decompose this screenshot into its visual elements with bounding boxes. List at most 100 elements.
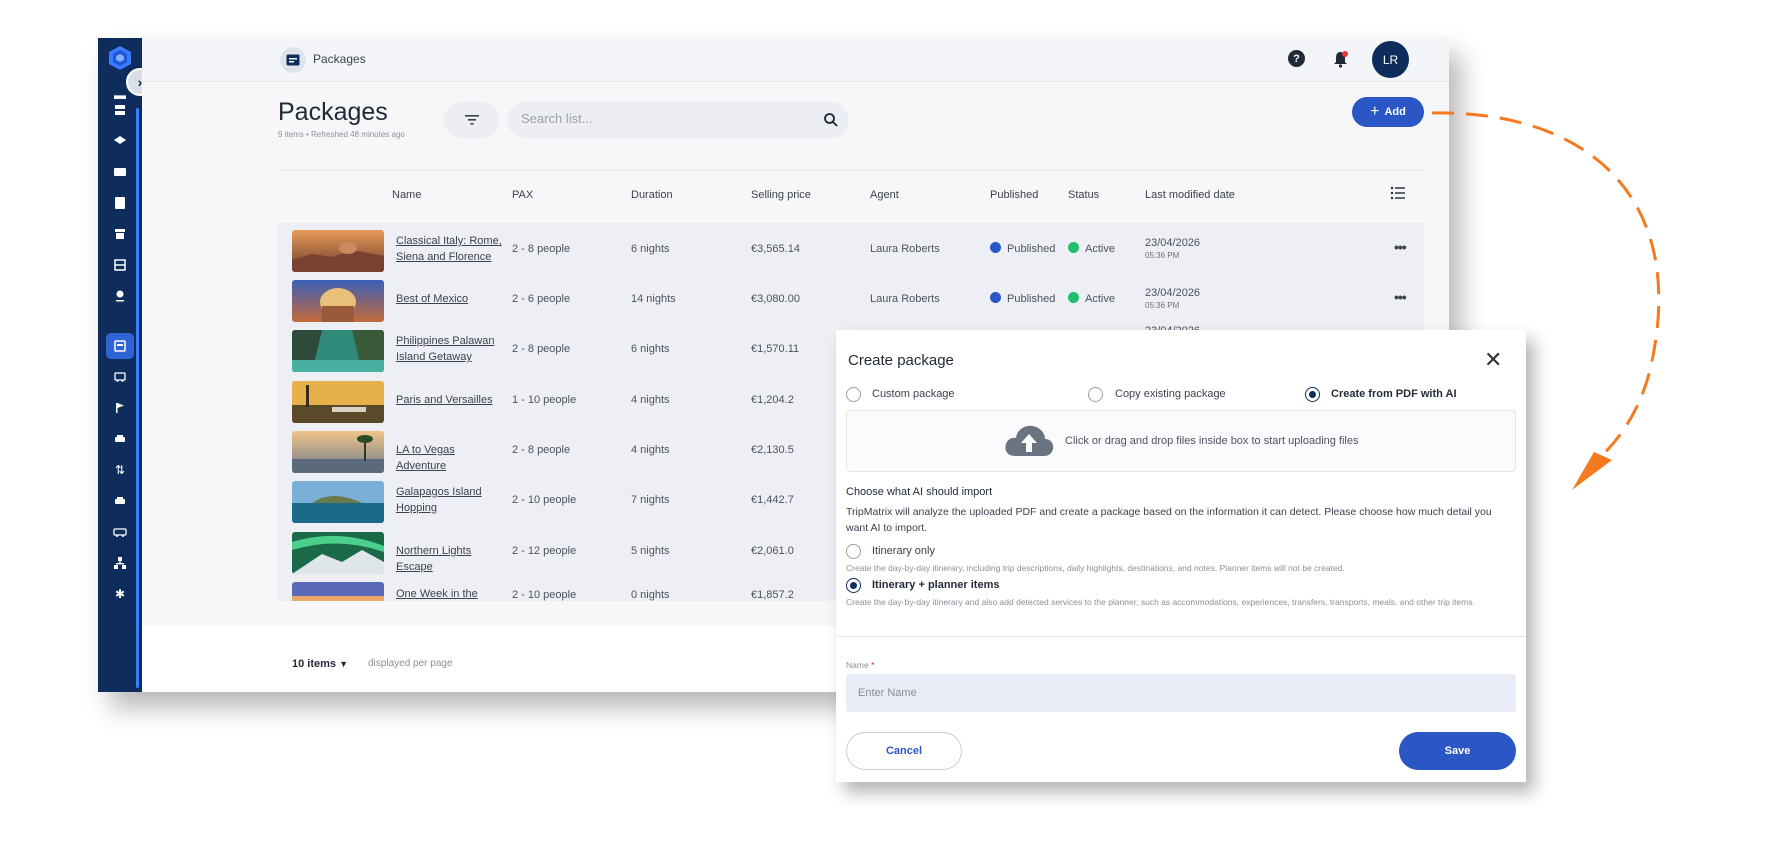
sidebar-item-org[interactable] — [106, 550, 134, 576]
copy-package-label[interactable]: Copy existing package — [1115, 388, 1226, 400]
itinerary-only-radio[interactable] — [846, 544, 861, 559]
package-name-link[interactable]: Paris and Versailles — [396, 392, 506, 408]
price-cell: €1,204.2 — [751, 394, 794, 406]
column-header-agent[interactable]: Agent — [870, 189, 899, 201]
packages-icon — [114, 340, 126, 352]
sidebar-item-settings[interactable]: ✱ — [106, 581, 134, 607]
copy-package-radio[interactable] — [1088, 387, 1103, 402]
app-logo-icon[interactable] — [106, 44, 134, 72]
column-header-duration[interactable]: Duration — [631, 189, 673, 201]
search-icon[interactable] — [823, 112, 839, 128]
org-chart-icon — [114, 557, 126, 569]
column-header-pax[interactable]: PAX — [512, 189, 533, 201]
bell-icon[interactable] — [1332, 50, 1349, 68]
column-header-modified[interactable]: Last modified date — [1145, 189, 1235, 201]
pax-cell: 2 - 8 people — [512, 343, 571, 355]
per-page-label: displayed per page — [368, 658, 453, 669]
modified-time: 05:36 PM — [1145, 301, 1180, 310]
add-button-label: Add — [1384, 106, 1406, 118]
archive-icon — [115, 229, 125, 239]
sidebar-item-archive[interactable] — [106, 221, 134, 247]
create-package-dialog: Create package ✕ Custom package Copy exi… — [836, 330, 1526, 782]
itinerary-planner-label[interactable]: Itinerary + planner items — [872, 579, 999, 591]
sidebar-item-shuttle[interactable] — [106, 519, 134, 545]
custom-package-radio[interactable] — [846, 387, 861, 402]
column-header-status[interactable]: Status — [1068, 189, 1099, 201]
duration-cell: 6 nights — [631, 243, 670, 255]
package-name-link[interactable]: Classical Italy: Rome, Siena and Florenc… — [396, 233, 506, 265]
name-field-label: Name * — [846, 660, 874, 670]
modified-date-cell: 23/04/2026 05:36 PM — [1145, 237, 1200, 262]
modified-date: 23/04/2026 — [1145, 237, 1201, 249]
search-box — [507, 102, 849, 138]
sidebar-item-car[interactable] — [106, 426, 134, 452]
sidebar-item-bus[interactable] — [106, 364, 134, 390]
layers-icon — [114, 136, 126, 144]
sidebar-scrollbar[interactable] — [136, 108, 139, 688]
gear-icon: ✱ — [114, 587, 126, 601]
more-options-icon[interactable]: ••• — [1394, 239, 1407, 255]
filter-button[interactable] — [444, 102, 499, 138]
table-row[interactable]: Best of Mexico 2 - 6 people 14 nights €3… — [278, 273, 1424, 325]
breadcrumb[interactable]: Packages — [313, 52, 366, 66]
add-button[interactable]: + Add — [1352, 97, 1424, 127]
published-status: Published — [990, 292, 1055, 305]
pdf-ai-label[interactable]: Create from PDF with AI — [1331, 388, 1457, 400]
import-section-title: Choose what AI should import — [846, 486, 993, 498]
bus-icon — [114, 372, 126, 382]
sidebar-item-layers[interactable] — [106, 128, 134, 154]
save-button[interactable]: Save — [1399, 732, 1516, 770]
sidebar-item-vehicle[interactable] — [106, 488, 134, 514]
close-icon[interactable]: ✕ — [1484, 347, 1502, 373]
package-name-link[interactable]: Best of Mexico — [396, 291, 506, 307]
file-drop-zone[interactable]: Click or drag and drop files inside box … — [846, 410, 1516, 472]
help-icon[interactable]: ? — [1288, 50, 1305, 67]
package-name-link[interactable]: Northern Lights Escape — [396, 543, 506, 575]
sidebar-item-location[interactable] — [106, 283, 134, 309]
package-name-link[interactable]: LA to Vegas Adventure — [396, 442, 506, 474]
pax-cell: 2 - 10 people — [512, 494, 577, 506]
pax-cell: 2 - 8 people — [512, 243, 571, 255]
filter-icon — [464, 115, 479, 125]
package-name-link[interactable]: Philippines Palawan Island Getaway — [396, 333, 506, 365]
name-field[interactable] — [846, 674, 1516, 712]
cancel-button[interactable]: Cancel — [846, 732, 962, 770]
pdf-ai-radio[interactable] — [1305, 387, 1320, 402]
sidebar-item-packages[interactable] — [106, 333, 134, 359]
package-name-link[interactable]: One Week in the Greek — [396, 586, 506, 601]
shuttle-icon — [113, 528, 127, 537]
modified-time: 05:36 PM — [1145, 251, 1180, 260]
import-section-description: TripMatrix will analyze the uploaded PDF… — [846, 506, 1492, 534]
published-status: Published — [990, 242, 1055, 255]
itinerary-planner-radio[interactable] — [846, 578, 861, 593]
vehicle-icon — [115, 497, 125, 504]
sidebar-item-contacts[interactable] — [106, 190, 134, 216]
column-header-price[interactable]: Selling price — [751, 189, 811, 201]
location-pin-icon — [116, 290, 124, 302]
custom-package-label[interactable]: Custom package — [872, 388, 955, 400]
sidebar-item-grid[interactable] — [106, 252, 134, 278]
more-options-icon[interactable]: ••• — [1394, 289, 1407, 305]
contacts-icon — [115, 197, 125, 209]
column-settings-icon[interactable] — [1390, 185, 1406, 201]
sidebar-item-transfers[interactable]: ⇅ — [106, 457, 134, 483]
items-per-page-value: 10 items — [292, 658, 337, 670]
price-cell: €3,080.00 — [751, 293, 800, 305]
sidebar-item-media[interactable] — [106, 159, 134, 185]
required-marker: * — [871, 660, 875, 670]
package-name-link[interactable]: Galapagos Island Hopping — [396, 484, 506, 516]
avatar[interactable]: LR — [1372, 41, 1409, 78]
sidebar-item-flag[interactable] — [106, 395, 134, 421]
table-row[interactable]: Classical Italy: Rome, Siena and Florenc… — [278, 223, 1424, 275]
column-header-published[interactable]: Published — [990, 189, 1038, 201]
search-input[interactable] — [521, 111, 811, 126]
items-per-page-select[interactable]: 10 items ▼ — [292, 658, 348, 670]
duration-cell: 6 nights — [631, 343, 670, 355]
sidebar-item-dashboard[interactable] — [106, 97, 134, 123]
dialog-title: Create package — [848, 352, 954, 369]
itinerary-only-label[interactable]: Itinerary only — [872, 545, 935, 557]
car-icon — [115, 435, 125, 442]
package-thumbnail — [292, 532, 384, 574]
column-header-name[interactable]: Name — [392, 189, 421, 201]
package-thumbnail — [292, 381, 384, 423]
